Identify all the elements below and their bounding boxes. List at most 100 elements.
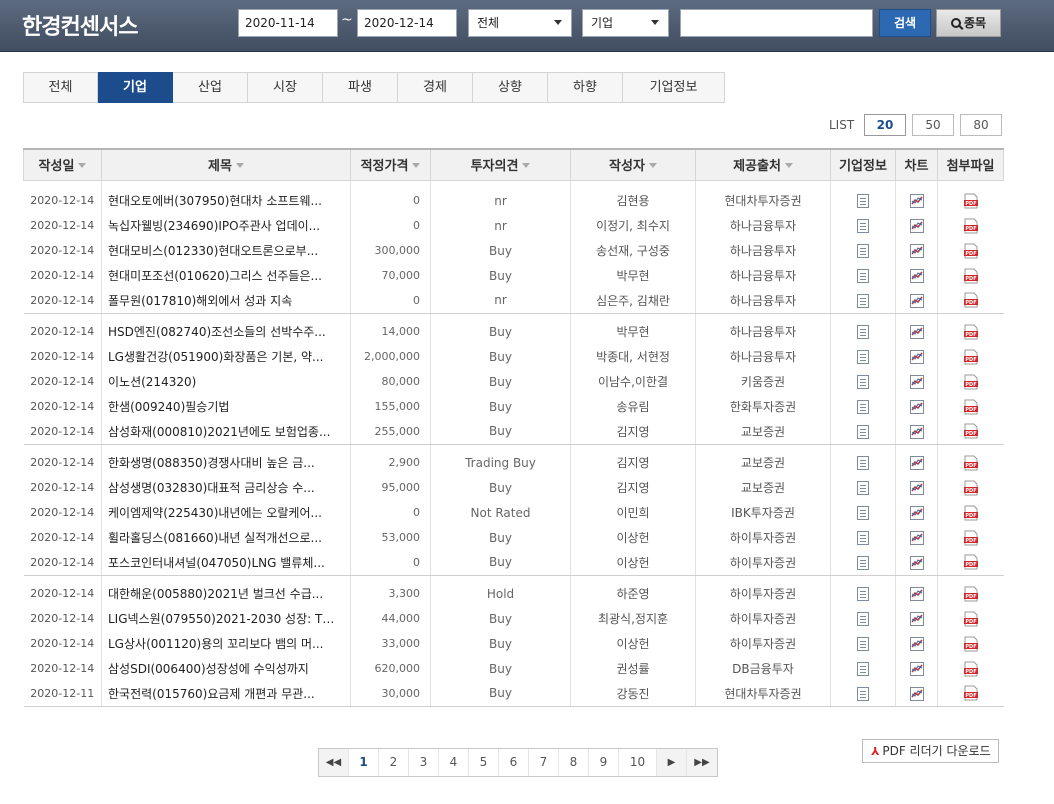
pdf-icon[interactable]: PDF (963, 554, 979, 570)
document-icon[interactable] (857, 399, 869, 414)
pdf-icon[interactable]: PDF (963, 480, 979, 496)
table-row[interactable]: 2020-12-14 케이엠제약(225430)내년에는 오랄케어... 0 Not … (23, 500, 1004, 525)
chart-icon[interactable] (909, 455, 924, 470)
document-icon[interactable] (857, 505, 869, 520)
table-row[interactable]: 2020-12-14 현대오토에버(307950)현대차 소프트웨... 0 nr 김현… (23, 188, 1004, 213)
chart-icon[interactable] (909, 399, 924, 414)
document-icon[interactable] (857, 349, 869, 364)
col-price-header[interactable]: 적정가격 (350, 148, 431, 181)
row-title-link[interactable]: 현대오토에버(307950)현대차 소프트웨... (101, 188, 351, 213)
document-icon[interactable] (857, 193, 869, 208)
col-provider-header[interactable]: 제공출처 (695, 148, 831, 181)
chart-icon[interactable] (909, 324, 924, 339)
row-title-link[interactable]: 폴무원(017810)해외에서 성과 지속 (101, 288, 351, 314)
site-logo[interactable]: 한경컨센서스 (22, 9, 138, 41)
row-title-link[interactable]: 이노션(214320) (101, 369, 351, 394)
document-icon[interactable] (857, 324, 869, 339)
page-5[interactable]: 5 (469, 749, 499, 776)
row-title-link[interactable]: 녹십자웰빙(234690)IPO주관사 업데이... (101, 213, 351, 238)
document-icon[interactable] (857, 455, 869, 470)
document-icon[interactable] (857, 686, 869, 701)
row-title-link[interactable]: LIG넥스원(079550)2021-2030 성장: TM... (101, 606, 351, 631)
chart-icon[interactable] (909, 661, 924, 676)
pdf-icon[interactable]: PDF (963, 611, 979, 627)
chart-icon[interactable] (909, 243, 924, 258)
chart-icon[interactable] (909, 218, 924, 233)
row-title-link[interactable]: 현대미포조선(010620)그리스 선주들은... (101, 263, 351, 288)
page-9[interactable]: 9 (589, 749, 619, 776)
page-1[interactable]: 1 (349, 749, 379, 776)
pdf-icon[interactable]: PDF (963, 530, 979, 546)
chart-icon[interactable] (909, 293, 924, 308)
row-title-link[interactable]: LG상사(001120)용의 꼬리보다 뱀의 머... (101, 631, 351, 656)
table-row[interactable]: 2020-12-14 HSD엔진(082740)조선소들의 선박수주... 14,0… (23, 319, 1004, 344)
row-title-link[interactable]: 한화생명(088350)경쟁사대비 높은 금... (101, 450, 351, 475)
pdf-icon[interactable]: PDF (963, 349, 979, 365)
table-row[interactable]: 2020-12-14 삼성화재(000810)2021년에도 보험업종... 255… (23, 419, 1004, 445)
pdf-icon[interactable]: PDF (963, 218, 979, 234)
chart-icon[interactable] (909, 611, 924, 626)
page-6[interactable]: 6 (499, 749, 529, 776)
type-select[interactable]: 전체 (468, 9, 572, 37)
document-icon[interactable] (857, 611, 869, 626)
pdf-icon[interactable]: PDF (963, 586, 979, 602)
chart-icon[interactable] (909, 349, 924, 364)
chart-icon[interactable] (909, 555, 924, 570)
table-row[interactable]: 2020-12-14 한샘(009240)필승기법 155,000 Buy 송유림 한화투… (23, 394, 1004, 419)
list-50-button[interactable]: 50 (912, 114, 954, 136)
tab-3[interactable]: 시장 (248, 72, 323, 103)
chart-icon[interactable] (909, 480, 924, 495)
tab-6[interactable]: 상향 (473, 72, 548, 103)
row-title-link[interactable]: 휠라홀딩스(081660)내년 실적개선으로... (101, 525, 351, 550)
table-row[interactable]: 2020-12-14 한화생명(088350)경쟁사대비 높은 금... 2,900… (23, 450, 1004, 475)
table-row[interactable]: 2020-12-14 삼성생명(032830)대표적 금리상승 수... 95,00… (23, 475, 1004, 500)
document-icon[interactable] (857, 636, 869, 651)
page-3[interactable]: 3 (409, 749, 439, 776)
table-row[interactable]: 2020-12-14 포스코인터내셔널(047050)LNG 밸류체... 0 Buy… (23, 550, 1004, 576)
table-row[interactable]: 2020-12-14 이노션(214320) 80,000 Buy 이남수,이한결 키움증… (23, 369, 1004, 394)
table-row[interactable]: 2020-12-14 현대모비스(012330)현대오트론으로부... 300,00… (23, 238, 1004, 263)
pdf-icon[interactable]: PDF (963, 505, 979, 521)
row-title-link[interactable]: 삼성생명(032830)대표적 금리상승 수... (101, 475, 351, 500)
document-icon[interactable] (857, 530, 869, 545)
document-icon[interactable] (857, 293, 869, 308)
tab-5[interactable]: 경제 (398, 72, 473, 103)
page-2[interactable]: 2 (379, 749, 409, 776)
search-button[interactable]: 검색 (879, 9, 931, 37)
pdf-icon[interactable]: PDF (963, 324, 979, 340)
date-to-input[interactable]: 2020-12-14 (357, 9, 457, 37)
page-10[interactable]: 10 (619, 749, 657, 776)
page-8[interactable]: 8 (559, 749, 589, 776)
search-input[interactable] (680, 9, 873, 37)
tab-8[interactable]: 기업정보 (623, 72, 725, 103)
table-row[interactable]: 2020-12-14 대한해운(005880)2021년 벌크선 수급... 3,3… (23, 581, 1004, 606)
document-icon[interactable] (857, 268, 869, 283)
page-4[interactable]: 4 (439, 749, 469, 776)
chart-icon[interactable] (909, 586, 924, 601)
table-row[interactable]: 2020-12-14 삼성SDI(006400)성장성에 수익성까지 620,000… (23, 656, 1004, 681)
tab-4[interactable]: 파생 (323, 72, 398, 103)
document-icon[interactable] (857, 586, 869, 601)
pdf-icon[interactable]: PDF (963, 399, 979, 415)
chart-icon[interactable] (909, 268, 924, 283)
row-title-link[interactable]: 삼성화재(000810)2021년에도 보험업종... (101, 419, 351, 445)
chart-icon[interactable] (909, 193, 924, 208)
pdf-icon[interactable]: PDF (963, 685, 979, 701)
row-title-link[interactable]: 삼성SDI(006400)성장성에 수익성까지 (101, 656, 351, 681)
tab-1[interactable]: 기업 (98, 72, 173, 103)
col-opinion-header[interactable]: 투자의견 (430, 148, 571, 181)
pdf-icon[interactable]: PDF (963, 292, 979, 308)
document-icon[interactable] (857, 661, 869, 676)
table-row[interactable]: 2020-12-14 현대미포조선(010620)그리스 선주들은... 70,00… (23, 263, 1004, 288)
table-row[interactable]: 2020-12-14 폴무원(017810)해외에서 성과 지속 0 nr 심은주, 김… (23, 288, 1004, 314)
row-title-link[interactable]: 현대모비스(012330)현대오트론으로부... (101, 238, 351, 263)
pdf-icon[interactable]: PDF (963, 661, 979, 677)
document-icon[interactable] (857, 218, 869, 233)
page-7[interactable]: 7 (529, 749, 559, 776)
table-row[interactable]: 2020-12-14 LG상사(001120)용의 꼬리보다 뱀의 머... 33,… (23, 631, 1004, 656)
next-page-icon[interactable]: ▶ (657, 749, 687, 776)
table-row[interactable]: 2020-12-14 휠라홀딩스(081660)내년 실적개선으로... 53,00… (23, 525, 1004, 550)
col-date-header[interactable]: 작성일 (23, 148, 102, 181)
date-from-input[interactable]: 2020-11-14 (238, 9, 338, 37)
pdf-icon[interactable]: PDF (963, 374, 979, 390)
